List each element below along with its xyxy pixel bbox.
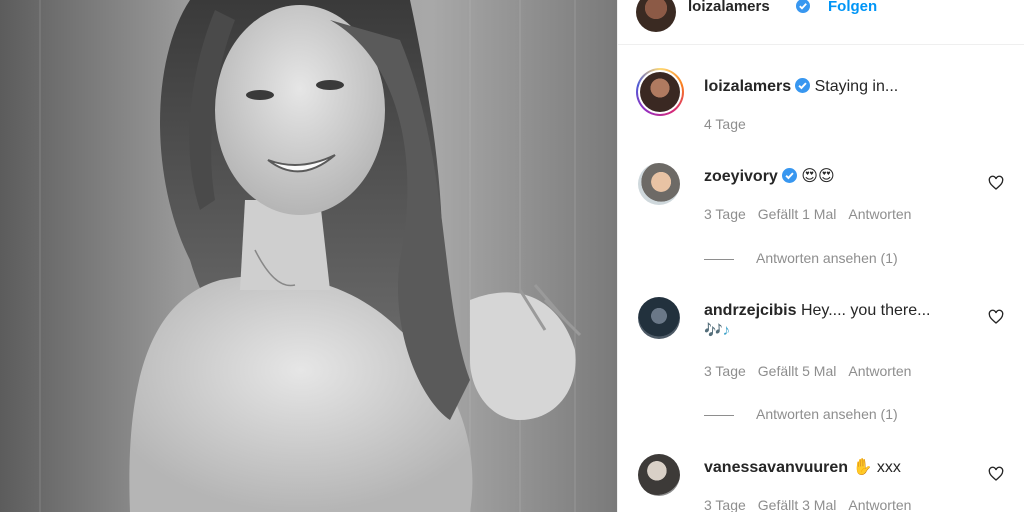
commenter-avatar[interactable] — [638, 454, 680, 496]
comment-text-line-2: 🎶♪ — [704, 322, 731, 339]
commenter-avatar[interactable] — [638, 163, 680, 205]
post-image — [0, 0, 617, 512]
author-avatar[interactable] — [636, 0, 676, 32]
comment-time[interactable]: 3 Tage — [704, 363, 746, 379]
comment-text-line: vanessavanvuuren ✋ xxx — [704, 458, 901, 478]
post-photo[interactable] — [0, 0, 617, 512]
post-sidebar: loizalamers Folgen loizalamers Staying i… — [617, 0, 1024, 512]
caption-text: Staying in... — [814, 78, 899, 95]
comment-text: 😍😍 — [801, 168, 835, 185]
comment-likes[interactable]: Gefällt 1 Mal — [758, 206, 837, 222]
author-username[interactable]: loizalamers — [688, 0, 770, 15]
comment-text: Hey.... you there... — [800, 302, 931, 319]
comment-text-line: andrzejcibis Hey.... you there... — [704, 301, 930, 321]
comment-time[interactable]: 3 Tage — [704, 206, 746, 222]
verified-badge-icon — [781, 168, 797, 189]
commenter-username[interactable]: zoeyivory — [704, 168, 778, 185]
commenter-username[interactable]: andrzejcibis — [704, 302, 796, 319]
comment-time[interactable]: 3 Tage — [704, 497, 746, 512]
heart-icon[interactable] — [988, 466, 1006, 484]
comment-text: ✋ xxx — [852, 459, 901, 476]
comment-meta: 3 Tage Gefällt 3 Mal Antworten — [704, 497, 923, 512]
view-replies-button[interactable]: Antworten ansehen (1) — [704, 250, 898, 266]
reply-button[interactable]: Antworten — [848, 363, 911, 379]
verified-badge-icon — [796, 0, 810, 18]
commenter-avatar[interactable] — [638, 297, 680, 339]
comment-meta: 3 Tage Gefällt 1 Mal Antworten — [704, 206, 923, 222]
view-replies-label: Antworten ansehen (1) — [756, 250, 898, 266]
follow-button[interactable]: Folgen — [828, 0, 877, 15]
commenter-username[interactable]: vanessavanvuuren — [704, 459, 848, 476]
verified-badge-icon — [795, 78, 811, 98]
comment-likes[interactable]: Gefällt 3 Mal — [758, 497, 837, 512]
view-replies-button[interactable]: Antworten ansehen (1) — [704, 406, 898, 422]
caption-time[interactable]: 4 Tage — [704, 116, 746, 132]
divider — [704, 414, 734, 416]
caption-username[interactable]: loizalamers — [704, 78, 791, 95]
divider — [704, 258, 734, 260]
heart-icon[interactable] — [988, 175, 1006, 193]
comment-text-line: zoeyivory 😍😍 — [704, 167, 835, 189]
comment-likes[interactable]: Gefällt 5 Mal — [758, 363, 837, 379]
caption-avatar[interactable] — [636, 68, 684, 116]
comment-meta: 3 Tage Gefällt 5 Mal Antworten — [704, 363, 923, 379]
reply-button[interactable]: Antworten — [848, 497, 911, 512]
post-header: loizalamers Folgen — [618, 0, 1024, 45]
caption-line: loizalamers Staying in... — [704, 78, 898, 98]
view-replies-label: Antworten ansehen (1) — [756, 406, 898, 422]
heart-icon[interactable] — [988, 309, 1006, 327]
reply-button[interactable]: Antworten — [848, 206, 911, 222]
